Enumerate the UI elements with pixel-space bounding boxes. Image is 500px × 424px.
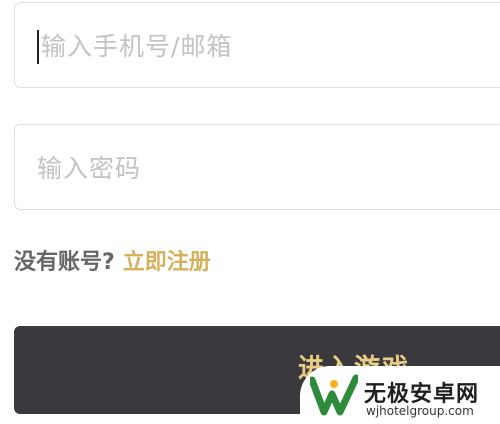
register-link[interactable]: 立即注册 xyxy=(123,250,211,275)
login-screen: 输入手机号/邮箱 输入密码 没有账号?立即注册 进入游戏 无极安卓网 wjhot… xyxy=(0,0,500,424)
w-logo-icon xyxy=(310,374,358,416)
watermark: 无极安卓网 wjhotelgroup.com xyxy=(300,366,500,424)
password-placeholder: 输入密码 xyxy=(37,154,142,183)
register-row: 没有账号? 立即注册 xyxy=(14,244,211,276)
password-input[interactable]: 输入密码 xyxy=(14,124,500,210)
watermark-url: wjhotelgroup.com xyxy=(366,404,474,418)
phone-email-placeholder: 输入手机号/邮箱 xyxy=(41,32,233,61)
text-caret xyxy=(37,30,39,64)
phone-email-input[interactable]: 输入手机号/邮箱 xyxy=(14,2,500,88)
no-account-text: 没有账号? xyxy=(14,250,115,275)
